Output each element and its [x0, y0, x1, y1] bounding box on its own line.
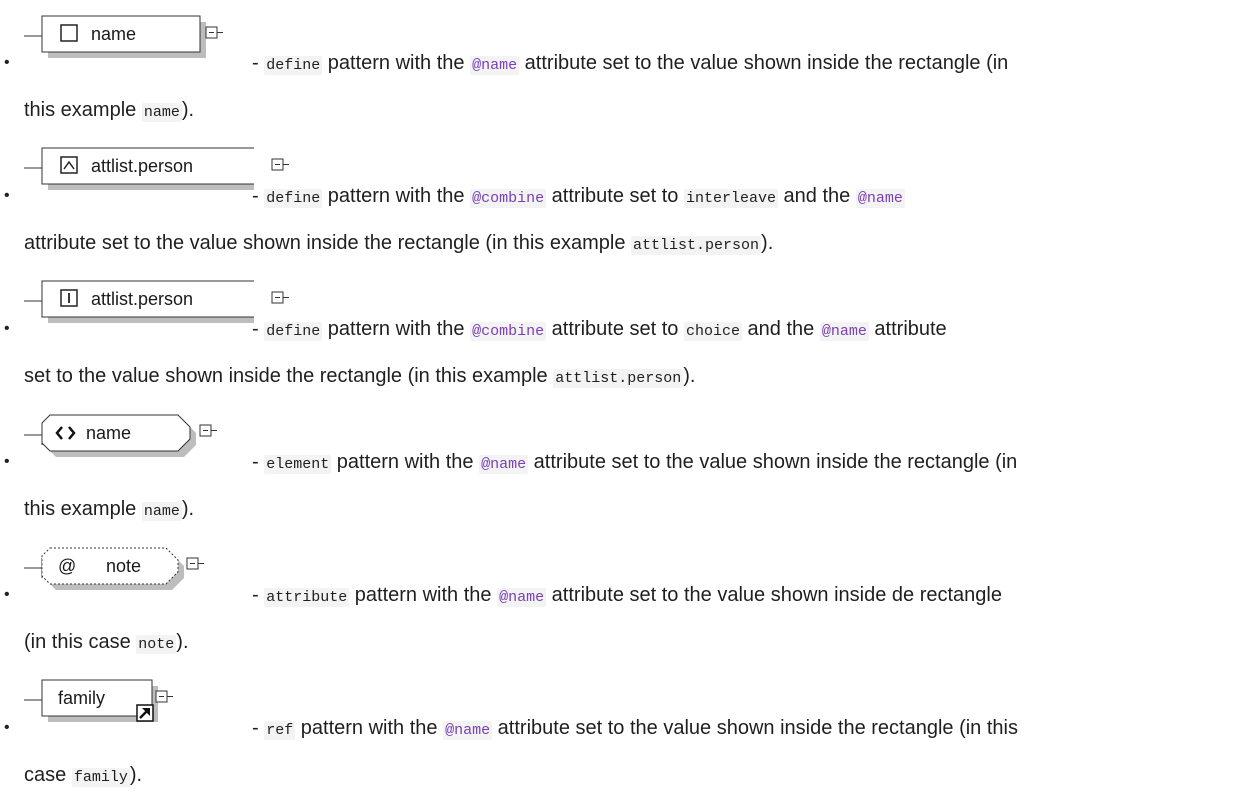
description-line: - define pattern with the @combine attri… — [252, 185, 905, 208]
description-continuation: this example name). — [24, 498, 195, 521]
pattern-keyword: element — [264, 455, 332, 474]
attribute-name: @name — [470, 56, 520, 75]
diagram-label: name — [91, 24, 136, 44]
description-line: - attribute pattern with the @name attri… — [252, 584, 1002, 607]
bullet: • — [4, 586, 10, 603]
diagram-label: attlist.person — [91, 156, 193, 176]
ref-arrow-icon — [136, 704, 154, 722]
description-continuation: case family). — [24, 764, 143, 787]
example-value: attlist.person — [553, 369, 684, 388]
diagram-label: name — [86, 423, 131, 443]
pattern-keyword: define — [264, 322, 323, 341]
bullet: • — [4, 54, 10, 71]
description-continuation: set to the value shown inside the rectan… — [24, 365, 696, 388]
define-diagram: name — [24, 15, 223, 58]
attribute-name: @name — [443, 721, 493, 740]
example-value: name — [141, 502, 182, 521]
example-value: attlist.person — [631, 236, 762, 255]
pattern-keyword: define — [264, 189, 323, 208]
box-empty-icon — [60, 24, 78, 42]
diagram-label: attlist.person — [91, 289, 193, 309]
attribute-name: @name — [819, 322, 869, 341]
collapse-icon[interactable] — [199, 424, 217, 437]
attribute-diagram: @ note — [24, 547, 204, 590]
attribute-name: @name — [479, 455, 529, 474]
attribute-at-icon: @ — [58, 556, 76, 576]
attribute-value: interleave — [683, 189, 778, 208]
description-line: - element pattern with the @name attribu… — [252, 451, 1018, 474]
define-choice-diagram: attlist.person — [24, 280, 254, 323]
pattern-keyword: attribute — [264, 588, 350, 607]
bullet: • — [4, 453, 10, 470]
pattern-keyword: define — [264, 56, 323, 75]
element-diagram: name — [24, 414, 217, 457]
description-continuation: (in this case note). — [24, 631, 189, 654]
example-value: family — [71, 768, 130, 787]
attribute-value: choice — [683, 322, 742, 341]
example-value: note — [136, 635, 177, 654]
description-line: - define pattern with the @name attribut… — [252, 52, 1009, 75]
pattern-keyword: ref — [264, 721, 296, 740]
collapse-icon[interactable] — [155, 690, 173, 703]
attribute-name: @combine — [470, 189, 547, 208]
diagram-label: note — [106, 556, 141, 576]
attribute-name: @name — [497, 588, 547, 607]
description-continuation: attribute set to the value shown inside … — [24, 232, 774, 255]
define-interleave-diagram: attlist.person — [24, 147, 254, 190]
attribute-name: @combine — [470, 322, 547, 341]
bullet: • — [4, 320, 10, 337]
ref-diagram: family — [24, 679, 173, 722]
bullet: • — [4, 187, 10, 204]
collapse-icon[interactable] — [186, 557, 204, 570]
description-line: - ref pattern with the @name attribute s… — [252, 717, 1018, 740]
example-value: name — [141, 103, 182, 122]
combine-choice-icon — [60, 289, 78, 307]
description-line: - define pattern with the @combine attri… — [252, 318, 947, 341]
collapse-icon[interactable] — [205, 26, 223, 39]
bullet: • — [4, 719, 10, 736]
diagram-label: family — [58, 688, 105, 708]
description-continuation: this example name). — [24, 99, 195, 122]
combine-interleave-icon — [60, 156, 78, 174]
attribute-name: @name — [855, 189, 905, 208]
